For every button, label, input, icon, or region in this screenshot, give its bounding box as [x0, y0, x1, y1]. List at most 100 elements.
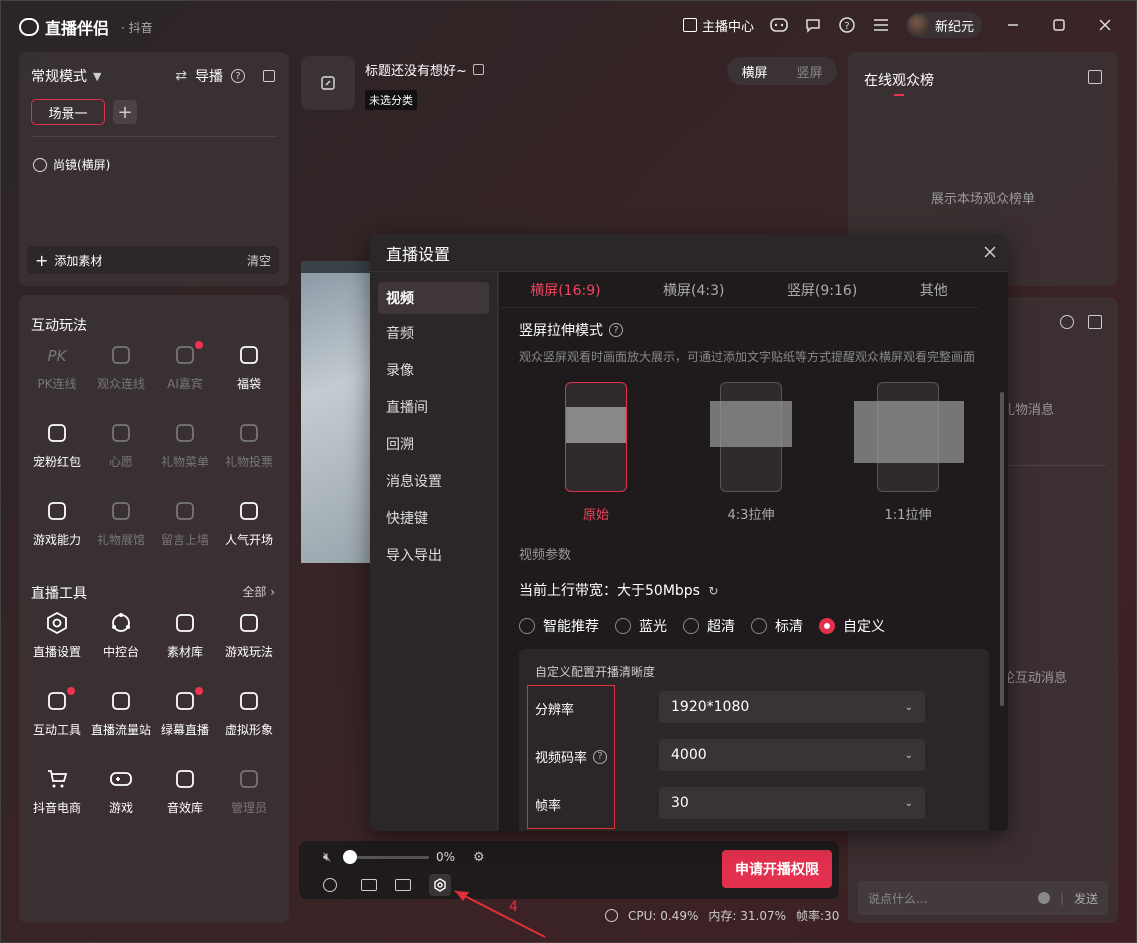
- screen-capture-icon[interactable]: [361, 879, 377, 891]
- help-icon[interactable]: ?: [231, 69, 245, 83]
- interactive-ai-guest[interactable]: AI嘉宾: [153, 327, 217, 405]
- scrollbar[interactable]: [1000, 392, 1004, 706]
- guide-button[interactable]: 导播: [195, 66, 223, 86]
- clear-button[interactable]: 清空: [247, 252, 271, 269]
- interactive-red-packet[interactable]: 宠粉红包: [25, 405, 89, 483]
- rank-empty-text: 展示本场观众榜单: [930, 192, 1035, 207]
- interactive-gift-vote[interactable]: 礼物投票: [217, 405, 281, 483]
- host-center-button[interactable]: 主播中心: [682, 16, 754, 35]
- quality-radio[interactable]: 标清: [751, 616, 803, 636]
- interactive-gift-menu[interactable]: 礼物菜单: [153, 405, 217, 483]
- tools-green-screen[interactable]: 绿幕直播: [153, 673, 217, 751]
- volume-slider-handle[interactable]: [343, 850, 357, 864]
- dialog-close-button[interactable]: [984, 242, 996, 263]
- maximize-button[interactable]: [1044, 11, 1074, 39]
- stretch-option-4-3[interactable]: 4:3拉伸: [706, 382, 796, 523]
- settings-nav-item[interactable]: 消息设置: [370, 462, 497, 499]
- rotate-icon[interactable]: [323, 878, 337, 892]
- quality-label: 蓝光: [639, 619, 667, 635]
- help-icon[interactable]: ?: [838, 16, 856, 34]
- stretch-option-original[interactable]: 原始: [551, 382, 641, 523]
- mode-selector[interactable]: 常规模式 ▼: [31, 66, 101, 86]
- popout-icon[interactable]: [1088, 315, 1102, 329]
- tools-admin[interactable]: 管理员: [217, 751, 281, 829]
- quality-radio[interactable]: 蓝光: [615, 616, 667, 636]
- feedback-icon[interactable]: [804, 16, 822, 34]
- quality-radio[interactable]: 自定义: [819, 616, 885, 636]
- settings-nav-item[interactable]: 录像: [370, 351, 497, 388]
- settings-nav-item[interactable]: 音频: [370, 314, 497, 351]
- quality-radio[interactable]: 智能推荐: [519, 616, 599, 636]
- interactive-game-ability[interactable]: 游戏能力: [25, 483, 89, 561]
- minimize-button[interactable]: [998, 11, 1028, 39]
- frame-fill: [854, 401, 964, 463]
- add-material-button[interactable]: + 添加素材: [35, 251, 102, 270]
- video-camera-icon[interactable]: [395, 879, 411, 891]
- interactive-gift-hall[interactable]: 礼物展馆: [89, 483, 153, 561]
- resolution-tab[interactable]: 横屏(16:9): [530, 280, 600, 300]
- source-item[interactable]: 尚镜(横屏): [33, 156, 110, 173]
- stream-title[interactable]: 标题还没有想好~: [365, 60, 484, 79]
- popularity-open-icon: [235, 497, 263, 525]
- chat-input[interactable]: 说点什么... | 发送: [858, 881, 1108, 915]
- app-window: 直播伴侣 · 抖音 主播中心 ? 新纪元 常规模式 ▼ ⇄ 导播 ? 场景一 +…: [0, 0, 1137, 943]
- send-button[interactable]: 发送: [1074, 890, 1098, 907]
- quality-radio[interactable]: 超清: [683, 616, 735, 636]
- material-library-icon: [171, 609, 199, 637]
- resolution-tab[interactable]: 其他: [920, 280, 948, 300]
- tools-traffic-station[interactable]: 直播流量站: [89, 673, 153, 751]
- add-scene-button[interactable]: +: [113, 100, 137, 124]
- tools-gamepad[interactable]: 游戏: [89, 751, 153, 829]
- orient-landscape-button[interactable]: 横屏: [741, 62, 767, 81]
- refresh-icon[interactable]: ↻: [708, 584, 718, 598]
- apply-live-button[interactable]: 申请开播权限: [722, 850, 832, 888]
- audio-settings-icon[interactable]: ⚙: [473, 850, 485, 865]
- user-profile[interactable]: 新纪元: [905, 12, 982, 38]
- help-icon[interactable]: ?: [609, 323, 623, 337]
- settings-nav-item[interactable]: 视频: [378, 282, 489, 314]
- resolution-tab[interactable]: 横屏(4:3): [663, 280, 724, 300]
- interactive-audience-link[interactable]: 观众连线: [89, 327, 153, 405]
- custom-title: 自定义配置开播清晰度: [535, 665, 656, 679]
- menu-icon[interactable]: [872, 16, 890, 34]
- stretch-option-1-1[interactable]: 1:1拉伸: [854, 382, 964, 523]
- tools-control-center[interactable]: 中控台: [89, 595, 153, 673]
- settings-nav-item[interactable]: 快捷键: [370, 499, 497, 536]
- resolution-tabs: 横屏(16:9) 横屏(4:3) 竖屏(9:16) 其他: [499, 272, 979, 308]
- tools-game-play[interactable]: 游戏玩法: [217, 595, 281, 673]
- edit-icon: [321, 76, 335, 90]
- tools-interactive-tool[interactable]: 互动工具: [25, 673, 89, 751]
- interactive-popularity-open[interactable]: 人气开场: [217, 483, 281, 561]
- close-icon: [1099, 19, 1111, 31]
- resolution-select[interactable]: 1920*1080 ⌄: [659, 691, 925, 723]
- game-controller-icon[interactable]: [770, 16, 788, 34]
- bitrate-select[interactable]: 4000 ⌄: [659, 739, 925, 771]
- interactive-message-wall[interactable]: 留言上墙: [153, 483, 217, 561]
- tools-sound-library[interactable]: 音效库: [153, 751, 217, 829]
- emoji-icon[interactable]: [1037, 892, 1050, 904]
- mute-icon[interactable]: 🔇︎: [323, 850, 331, 865]
- tools-live-settings[interactable]: 直播设置: [25, 595, 89, 673]
- tools-ecommerce[interactable]: 抖音电商: [25, 751, 89, 829]
- cover-edit-button[interactable]: [301, 56, 355, 110]
- tools-material-library[interactable]: 素材库: [153, 595, 217, 673]
- resolution-tab[interactable]: 竖屏(9:16): [787, 280, 857, 300]
- settings-nav-item[interactable]: 导入导出: [370, 536, 497, 573]
- edit-icon: [472, 64, 484, 75]
- volume-slider[interactable]: [349, 856, 429, 859]
- settings-icon[interactable]: [1060, 315, 1074, 329]
- close-button[interactable]: [1090, 11, 1120, 39]
- tool-label: 游戏: [108, 800, 133, 815]
- settings-nav-item[interactable]: 直播间: [370, 388, 497, 425]
- orient-portrait-button[interactable]: 竖屏: [796, 62, 822, 81]
- interactive-lucky-bag[interactable]: 福袋: [217, 327, 281, 405]
- settings-nav-item[interactable]: 回溯: [370, 425, 497, 462]
- tools-avatar[interactable]: 虚拟形象: [217, 673, 281, 751]
- category-tag[interactable]: 未选分类: [365, 90, 417, 110]
- scene-tab[interactable]: 场景一: [31, 99, 105, 125]
- interactive-pk[interactable]: PK PK连线: [25, 327, 89, 405]
- interactive-wish[interactable]: 心愿: [89, 405, 153, 483]
- fps-select[interactable]: 30 ⌄: [659, 787, 925, 819]
- popout-icon[interactable]: [263, 70, 275, 82]
- popout-icon[interactable]: [1088, 70, 1102, 84]
